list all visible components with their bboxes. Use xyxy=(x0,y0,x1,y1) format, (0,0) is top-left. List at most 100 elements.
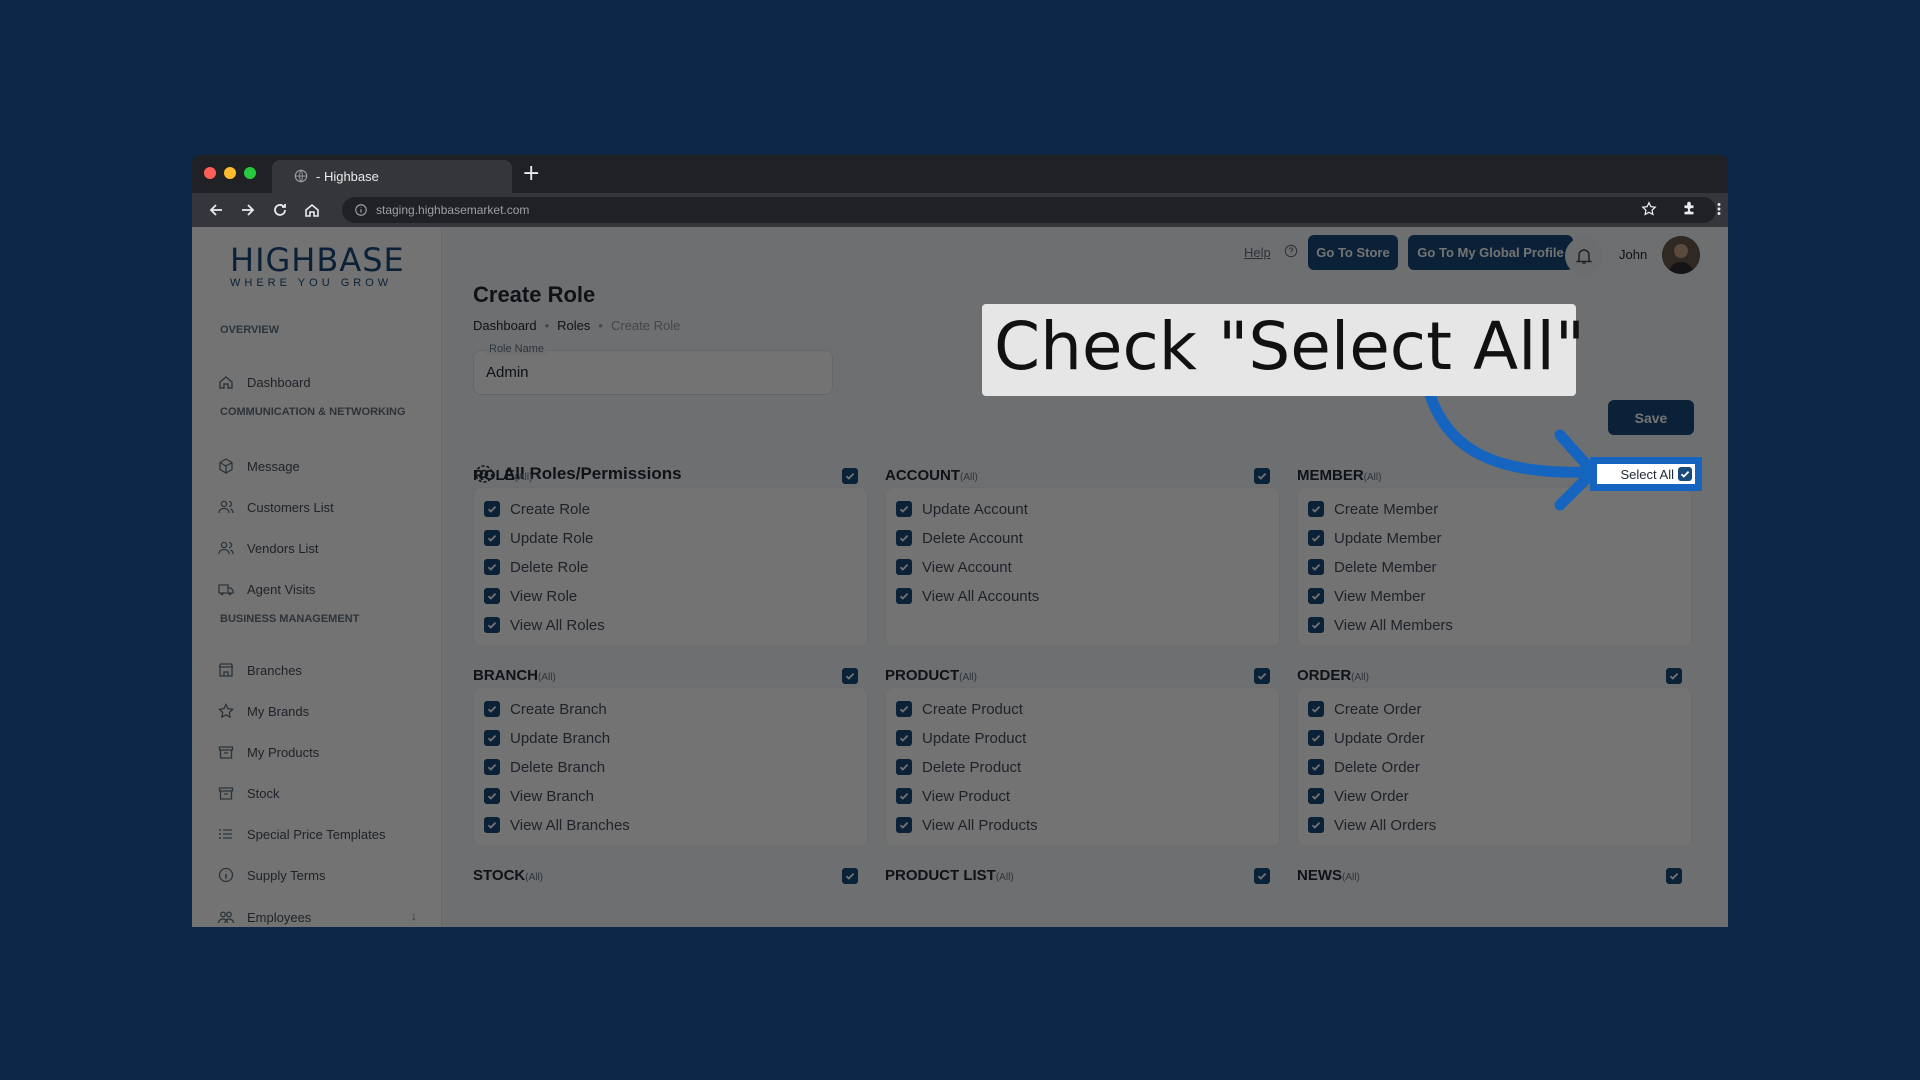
checkbox-checked[interactable] xyxy=(1308,701,1324,717)
permission-checkbox-item[interactable]: View Member xyxy=(1308,585,1425,607)
permission-checkbox-item[interactable]: View Order xyxy=(1308,785,1409,807)
reload-icon[interactable] xyxy=(270,200,290,220)
home-icon[interactable] xyxy=(302,200,322,220)
sidebar-item-vendors-list[interactable]: Vendors List xyxy=(217,533,427,563)
group-select-all-checkbox[interactable] xyxy=(842,868,858,884)
close-window-button[interactable] xyxy=(204,167,216,179)
checkbox-checked[interactable] xyxy=(484,759,500,775)
sidebar-item-customers-list[interactable]: Customers List xyxy=(217,492,427,522)
permission-checkbox-item[interactable]: Update Account xyxy=(896,498,1028,520)
permission-checkbox-item[interactable]: Update Role xyxy=(484,527,593,549)
permission-checkbox-item[interactable]: View All Members xyxy=(1308,614,1453,636)
sidebar-item-stock[interactable]: Stock xyxy=(217,778,427,808)
minimize-window-button[interactable] xyxy=(224,167,236,179)
checkbox-checked[interactable] xyxy=(484,788,500,804)
select-all-checkbox[interactable]: Select All xyxy=(1597,464,1695,484)
checkbox-checked[interactable] xyxy=(1308,530,1324,546)
breadcrumb-dashboard[interactable]: Dashboard xyxy=(473,318,537,333)
highbase-logo[interactable]: HIGHBASE WHERE YOU GROW xyxy=(230,241,405,289)
sidebar-item-my-brands[interactable]: My Brands xyxy=(217,696,427,726)
sidebar-item-dashboard[interactable]: Dashboard xyxy=(217,367,427,397)
permission-checkbox-item[interactable]: Delete Role xyxy=(484,556,588,578)
maximize-window-button[interactable] xyxy=(244,167,256,179)
checkbox-checked[interactable] xyxy=(1308,588,1324,604)
role-name-input[interactable] xyxy=(486,364,816,381)
permission-checkbox-item[interactable]: Delete Order xyxy=(1308,756,1420,778)
sidebar-item-special-price-templates[interactable]: Special Price Templates xyxy=(217,819,427,849)
permission-checkbox-item[interactable]: Create Branch xyxy=(484,698,607,720)
notifications-button[interactable] xyxy=(1565,237,1603,275)
back-icon[interactable] xyxy=(206,200,226,220)
extensions-icon[interactable] xyxy=(1680,200,1698,218)
group-select-all-checkbox[interactable] xyxy=(842,468,858,484)
sidebar-item-supply-terms[interactable]: Supply Terms xyxy=(217,860,427,890)
permission-checkbox-item[interactable]: Update Branch xyxy=(484,727,610,749)
address-bar[interactable]: staging.highbasemarket.com xyxy=(342,197,1716,223)
group-select-all-checkbox[interactable] xyxy=(1666,868,1682,884)
checkbox-checked[interactable] xyxy=(1308,788,1324,804)
permission-checkbox-item[interactable]: View Role xyxy=(484,585,577,607)
permission-checkbox-item[interactable]: View Account xyxy=(896,556,1012,578)
permission-checkbox-item[interactable]: Delete Product xyxy=(896,756,1021,778)
permission-checkbox-item[interactable]: Update Product xyxy=(896,727,1026,749)
permission-checkbox-item[interactable]: View All Orders xyxy=(1308,814,1436,836)
permission-checkbox-item[interactable]: View All Roles xyxy=(484,614,605,636)
checkbox-checked[interactable] xyxy=(1308,817,1324,833)
checkbox-checked[interactable] xyxy=(484,617,500,633)
permission-checkbox-item[interactable]: Delete Account xyxy=(896,527,1023,549)
permission-checkbox-item[interactable]: Update Order xyxy=(1308,727,1425,749)
permission-checkbox-item[interactable]: Create Order xyxy=(1308,698,1422,720)
permission-checkbox-item[interactable]: Update Member xyxy=(1308,527,1442,549)
bookmark-star-icon[interactable] xyxy=(1640,200,1658,218)
group-select-all-checkbox[interactable] xyxy=(1254,868,1270,884)
help-icon[interactable] xyxy=(1284,244,1298,258)
go-to-global-profile-button[interactable]: Go To My Global Profile xyxy=(1408,235,1573,270)
checkbox-checked[interactable] xyxy=(896,730,912,746)
permission-checkbox-item[interactable]: Delete Branch xyxy=(484,756,605,778)
group-select-all-checkbox[interactable] xyxy=(1254,468,1270,484)
checkbox-checked[interactable] xyxy=(1308,759,1324,775)
site-info-icon[interactable] xyxy=(354,203,368,217)
checkbox-checked[interactable] xyxy=(896,501,912,517)
checkbox-checked[interactable] xyxy=(1308,559,1324,575)
sidebar-item-employees[interactable]: Employees ↓ xyxy=(217,902,427,927)
sidebar-item-my-products[interactable]: My Products xyxy=(217,737,427,767)
checkbox-checked[interactable] xyxy=(484,501,500,517)
checkbox-checked[interactable] xyxy=(896,817,912,833)
chevron-down-icon[interactable]: ↓ xyxy=(411,909,417,923)
checkbox-checked[interactable] xyxy=(484,530,500,546)
checkbox-checked[interactable] xyxy=(1308,501,1324,517)
permission-checkbox-item[interactable]: Delete Member xyxy=(1308,556,1437,578)
checkbox-checked[interactable] xyxy=(484,730,500,746)
group-select-all-checkbox[interactable] xyxy=(1666,668,1682,684)
forward-icon[interactable] xyxy=(238,200,258,220)
permission-checkbox-item[interactable]: View All Accounts xyxy=(896,585,1039,607)
checkbox-checked[interactable] xyxy=(484,817,500,833)
save-button[interactable]: Save xyxy=(1608,400,1694,435)
avatar[interactable] xyxy=(1662,236,1700,274)
permission-checkbox-item[interactable]: View All Branches xyxy=(484,814,630,836)
checkbox-checked[interactable] xyxy=(896,701,912,717)
group-select-all-checkbox[interactable] xyxy=(842,668,858,684)
permission-checkbox-item[interactable]: Create Product xyxy=(896,698,1023,720)
browser-tab[interactable]: - Highbase xyxy=(272,160,512,193)
sidebar-item-branches[interactable]: Branches xyxy=(217,655,427,685)
checkbox-checked[interactable] xyxy=(896,559,912,575)
permission-checkbox-item[interactable]: View Product xyxy=(896,785,1010,807)
checkbox-checked[interactable] xyxy=(484,588,500,604)
checkbox-checked[interactable] xyxy=(896,588,912,604)
permission-checkbox-item[interactable]: Create Role xyxy=(484,498,590,520)
checkbox-checked[interactable] xyxy=(484,701,500,717)
permission-checkbox-item[interactable]: View All Products xyxy=(896,814,1038,836)
sidebar-item-message[interactable]: Message xyxy=(217,451,427,481)
help-link[interactable]: Help xyxy=(1244,245,1271,260)
permission-checkbox-item[interactable]: View Branch xyxy=(484,785,594,807)
new-tab-button[interactable]: + xyxy=(522,161,540,186)
checkbox-checked[interactable] xyxy=(896,759,912,775)
checkbox-checked[interactable] xyxy=(1308,617,1324,633)
kebab-menu-icon[interactable] xyxy=(1714,200,1724,218)
checkbox-checked[interactable] xyxy=(896,788,912,804)
breadcrumb-roles[interactable]: Roles xyxy=(557,318,590,333)
group-select-all-checkbox[interactable] xyxy=(1254,668,1270,684)
go-to-store-button[interactable]: Go To Store xyxy=(1308,235,1398,270)
